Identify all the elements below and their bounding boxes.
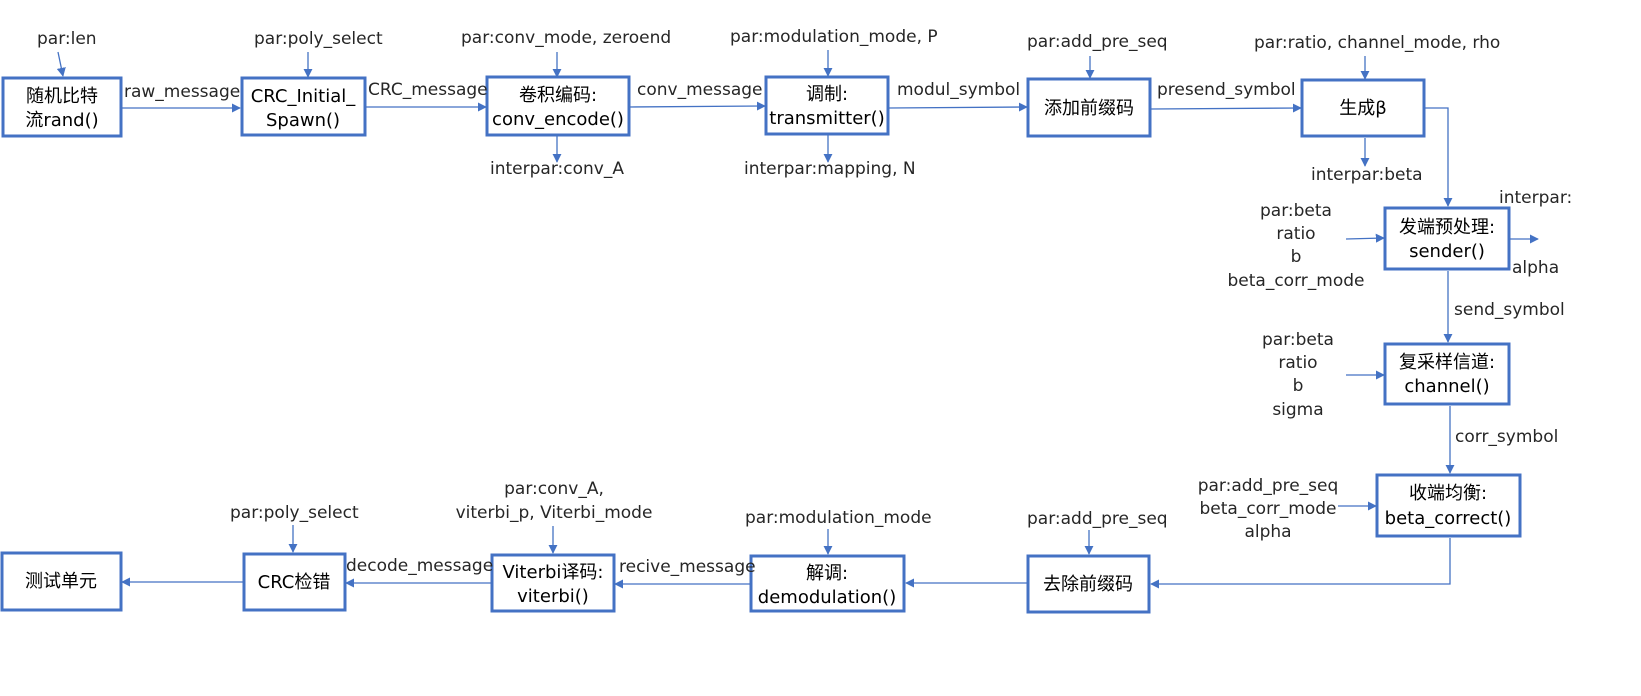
node-demod-line-1: 解调:	[806, 563, 848, 584]
node-sender-line-2: sender()	[1409, 241, 1485, 262]
param-add-pre-seq-bottom: par:add_pre_seq	[1027, 509, 1168, 529]
param-channel-sigma: sigma	[1272, 400, 1323, 420]
param-arrow-sender	[1345, 233, 1385, 243]
node-remove-prefix: 去除前缀码	[1026, 554, 1151, 614]
param-modulation-top: par:modulation_mode, P	[730, 27, 938, 47]
node-viterbi-line-2: viterbi()	[517, 586, 589, 607]
param-sender-group: par:beta ratio b beta_corr_mode	[1228, 201, 1365, 291]
node-channel-line-1: 复采样信道:	[1399, 352, 1495, 373]
param-poly-select-top: par:poly_select	[254, 29, 383, 49]
param-bc-add-pre-seq: par:add_pre_seq	[1198, 476, 1339, 496]
param-bc-alpha: alpha	[1244, 522, 1291, 542]
node-beta-line-1: 生成β	[1339, 98, 1387, 119]
output-sender-interpar: interpar:	[1499, 188, 1572, 208]
param-sender-ratio: ratio	[1276, 224, 1315, 244]
node-transmitter: 调制: transmitter()	[764, 75, 890, 136]
node-crc-check: CRC检错	[242, 552, 347, 612]
edge-label-send-symbol: send_symbol	[1454, 300, 1565, 320]
node-viterbi: Viterbi译码: viterbi()	[490, 553, 616, 613]
node-channel-line-2: channel()	[1404, 376, 1489, 397]
node-crc-initial-spawn: CRC_Initial_ Spawn()	[240, 76, 367, 137]
param-beta-correct-group: par:add_pre_seq beta_corr_mode alpha	[1198, 476, 1339, 542]
node-conv-encode: 卷积编码: conv_encode()	[485, 75, 631, 137]
param-modulation-bottom: par:modulation_mode	[745, 508, 932, 528]
node-crc-spawn-line-2: Spawn()	[266, 110, 340, 131]
param-sender-beta-corr-mode: beta_corr_mode	[1228, 271, 1365, 291]
edge-presend-symbol	[1150, 103, 1302, 113]
param-sender-b: b	[1291, 247, 1302, 267]
output-alpha: alpha	[1512, 258, 1559, 278]
edge-label-decode-message: decode_message	[346, 556, 493, 576]
edge-label-modul-symbol: modul_symbol	[897, 80, 1020, 100]
edge-conv-message	[628, 101, 766, 111]
param-ratio-channel: par:ratio, channel_mode, rho	[1254, 33, 1500, 53]
node-mod-line-2: transmitter()	[769, 108, 884, 129]
edge-modul-symbol	[888, 102, 1028, 112]
edge-label-presend-symbol: presend_symbol	[1157, 80, 1296, 100]
node-sender-line-1: 发端预处理:	[1399, 217, 1495, 238]
node-demod-line-2: demodulation()	[758, 587, 896, 608]
node-rand-line-1: 随机比特	[26, 86, 98, 107]
node-sender: 发端预处理: sender()	[1383, 206, 1511, 271]
node-demodulation: 解调: demodulation()	[749, 554, 906, 613]
edge-beta-to-sender	[1425, 107, 1453, 207]
output-mapping: interpar:mapping, N	[744, 159, 916, 179]
edge-label-recive-message: recive_message	[619, 557, 756, 577]
param-channel-ratio: ratio	[1278, 353, 1317, 373]
node-beta-correct: 收端均衡: beta_correct()	[1375, 473, 1522, 538]
node-viterbi-line-1: Viterbi译码:	[503, 562, 604, 583]
output-beta: interpar:beta	[1311, 165, 1423, 185]
node-conv-line-2: conv_encode()	[492, 109, 624, 130]
param-viterbi-line-1: par:conv_A,	[504, 479, 604, 499]
param-add-pre-seq-top: par:add_pre_seq	[1027, 32, 1168, 52]
node-conv-line-1: 卷积编码:	[519, 85, 597, 106]
edge-label-crc-message: CRC_message	[368, 80, 488, 100]
flow-diagram: 随机比特 流rand() CRC_Initial_ Spawn() 卷积编码: …	[0, 27, 1572, 614]
node-addpre-line-1: 添加前缀码	[1044, 98, 1134, 119]
node-beta-correct-line-2: beta_correct()	[1385, 508, 1512, 529]
param-sender-beta: par:beta	[1260, 201, 1332, 221]
output-conv-a: interpar:conv_A	[490, 159, 624, 179]
node-test-line-1: 测试单元	[25, 571, 97, 592]
edge-label-conv-message: conv_message	[637, 80, 762, 100]
edge-label-raw-message: raw_message	[124, 82, 240, 102]
node-channel: 复采样信道: channel()	[1383, 342, 1511, 406]
node-rand: 随机比特 流rand()	[1, 76, 123, 138]
param-conv-mode: par:conv_mode, zeroend	[461, 28, 671, 48]
param-poly-select-bottom: par:poly_select	[230, 503, 359, 523]
node-generate-beta: 生成β	[1300, 78, 1426, 138]
param-channel-group: par:beta ratio b sigma	[1262, 330, 1334, 420]
node-beta-correct-line-1: 收端均衡:	[1409, 483, 1487, 504]
node-rand-line-2: 流rand()	[25, 110, 98, 131]
node-add-prefix: 添加前缀码	[1026, 77, 1152, 138]
node-crc-check-line-1: CRC检错	[258, 572, 331, 593]
edge-label-corr-symbol: corr_symbol	[1455, 427, 1558, 447]
node-test-unit: 测试单元	[0, 551, 123, 612]
param-channel-beta: par:beta	[1262, 330, 1334, 350]
node-mod-line-1: 调制:	[806, 84, 848, 105]
edge-correct-to-remove	[1150, 538, 1451, 589]
node-crc-spawn-line-1: CRC_Initial_	[251, 86, 357, 107]
param-len: par:len	[37, 29, 97, 49]
param-channel-b: b	[1293, 376, 1304, 396]
param-viterbi-line-2: viterbi_p, Viterbi_mode	[456, 503, 653, 523]
node-rmpre-line-1: 去除前缀码	[1043, 574, 1133, 595]
param-arrow-len	[56, 51, 66, 77]
param-bc-beta-corr-mode: beta_corr_mode	[1200, 499, 1337, 519]
